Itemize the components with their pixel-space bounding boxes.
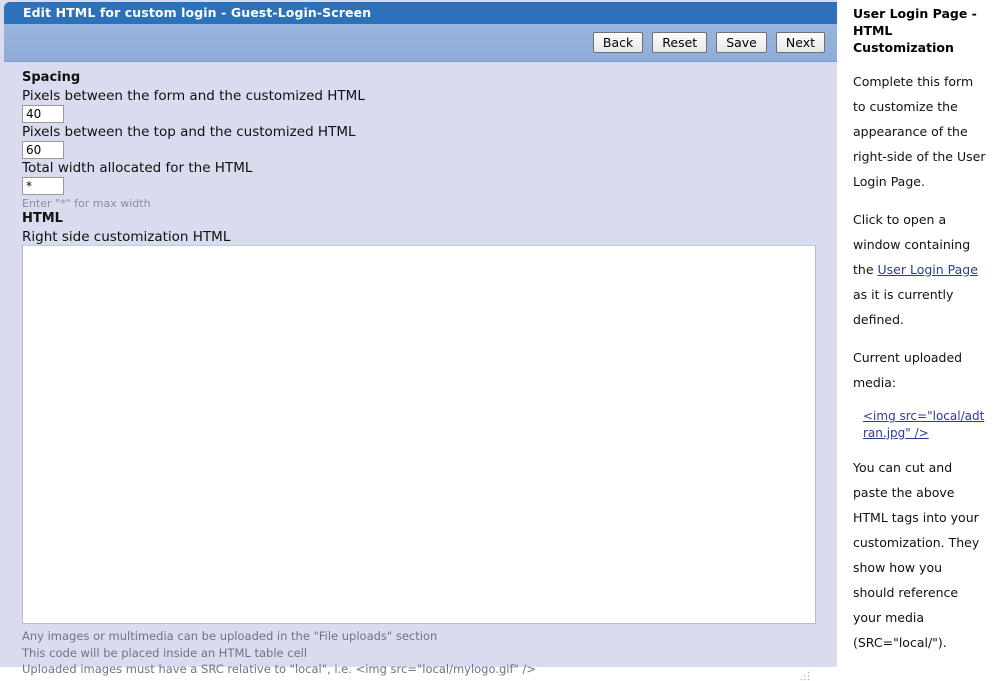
spacing-section-heading: Spacing: [22, 70, 81, 85]
field-label-form-spacing: Pixels between the form and the customiz…: [22, 88, 365, 104]
top-spacing-input[interactable]: [22, 141, 64, 159]
window-title: Edit HTML for custom login - Guest-Login…: [23, 5, 372, 20]
footer-note-table-cell: This code will be placed inside an HTML …: [22, 645, 308, 660]
application-window: Edit HTML for custom login - Guest-Login…: [0, 0, 999, 681]
field-label-top-spacing: Pixels between the top and the customize…: [22, 124, 356, 140]
field-label-total-width: Total width allocated for the HTML: [22, 160, 253, 176]
uploaded-media-link[interactable]: <img src="local/adtran.jpg" />: [863, 408, 987, 442]
form-area: Spacing Pixels between the form and the …: [0, 62, 837, 681]
uploaded-media-list: <img src="local/adtran.jpg" />: [863, 408, 987, 442]
total-width-hint: Enter "*" for max width: [22, 197, 151, 210]
help-paragraph-intro: Complete this form to customize the appe…: [853, 74, 986, 189]
footer-note-uploads: Any images or multimedia can be uploaded…: [22, 629, 438, 643]
help-paragraph-media-heading: Current uploaded media:: [853, 350, 963, 390]
main-panel: Edit HTML for custom login - Guest-Login…: [0, 0, 837, 681]
help-paragraph-copy-paste: You can cut and paste the above HTML tag…: [853, 460, 980, 650]
window-title-bar: Edit HTML for custom login - Guest-Login…: [4, 2, 837, 24]
next-button[interactable]: Next: [775, 32, 825, 53]
html-textarea[interactable]: [22, 245, 816, 624]
reset-button[interactable]: Reset: [652, 32, 708, 53]
footer-notes: Any images or multimedia can be uploaded…: [22, 628, 822, 678]
action-toolbar: Back Reset Save Next: [4, 24, 837, 62]
help-title: User Login Page - HTML Customization: [853, 6, 977, 55]
field-label-html: Right side customization HTML: [22, 229, 231, 245]
footer-note-src-relative: Uploaded images must have a SRC relative…: [22, 662, 536, 676]
total-width-input[interactable]: [22, 177, 64, 195]
user-login-page-link[interactable]: User Login Page: [878, 262, 978, 277]
help-preview-text-after: as it is currently defined.: [853, 287, 954, 327]
save-button[interactable]: Save: [716, 32, 767, 53]
help-sidebar: User Login Page - HTML Customization Com…: [837, 0, 999, 667]
html-section-heading: HTML: [22, 211, 63, 226]
back-button[interactable]: Back: [592, 32, 644, 53]
help-paragraph-preview: Click to open a window containing the Us…: [853, 207, 987, 332]
form-spacing-input[interactable]: [22, 105, 64, 123]
toolbar-button-group: Back Reset Save Next: [592, 32, 825, 53]
